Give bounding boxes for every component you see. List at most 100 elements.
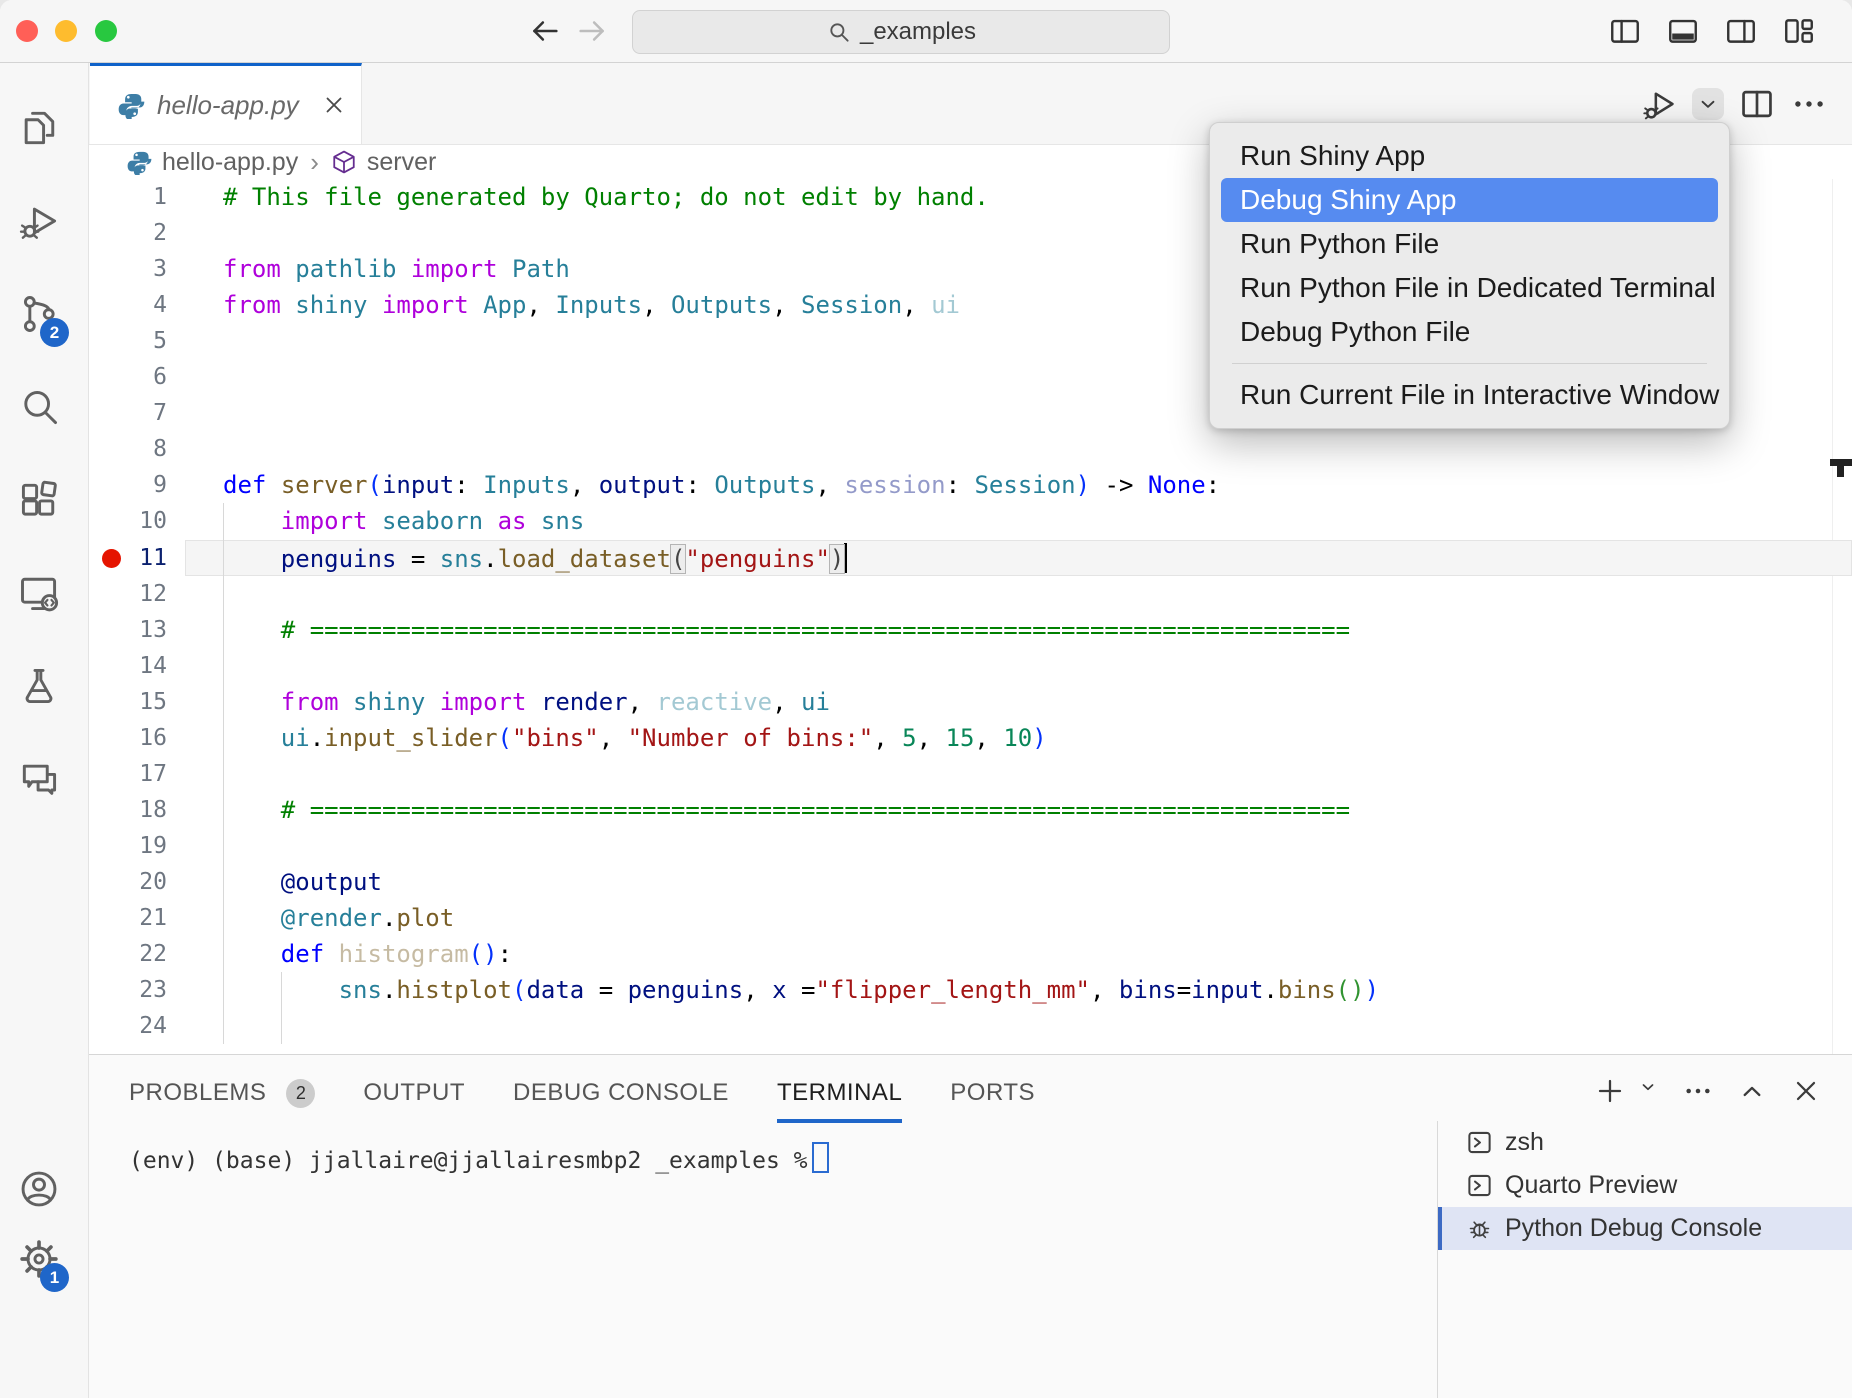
code-line: 14 bbox=[89, 648, 1852, 684]
menu-item[interactable]: Debug Python File bbox=[1221, 310, 1718, 354]
line-number[interactable]: 7 bbox=[89, 400, 167, 426]
activity-item-extensions[interactable] bbox=[17, 478, 61, 522]
split-editor-button[interactable] bbox=[1738, 85, 1776, 123]
line-number[interactable]: 22 bbox=[89, 941, 167, 967]
line-number[interactable]: 17 bbox=[89, 761, 167, 787]
code-line: 24 bbox=[89, 1008, 1852, 1044]
toggle-panel-button[interactable] bbox=[1666, 14, 1700, 48]
code-text: from shiny import App, Inputs, Outputs, … bbox=[223, 291, 960, 319]
activity-item-comments[interactable] bbox=[17, 757, 61, 801]
run-options-dropdown-button[interactable] bbox=[1692, 88, 1724, 120]
breakpoint-icon[interactable] bbox=[102, 549, 121, 568]
settings-badge: 1 bbox=[40, 1263, 69, 1292]
navigate-forward-button[interactable] bbox=[575, 14, 609, 48]
activity-bar: 21 bbox=[0, 63, 89, 1398]
code-text: def histogram(): bbox=[223, 940, 512, 968]
menu-item[interactable]: Run Python File bbox=[1221, 222, 1718, 266]
terminal-list-item[interactable]: Python Debug Console bbox=[1438, 1207, 1852, 1250]
zoom-window-button[interactable] bbox=[95, 20, 117, 42]
line-number[interactable]: 11 bbox=[89, 545, 167, 571]
breadcrumb-symbol[interactable]: server bbox=[367, 148, 436, 177]
tab-hello-app-py[interactable]: hello-app.py bbox=[90, 63, 362, 144]
maximize-panel-button[interactable] bbox=[1736, 1075, 1768, 1107]
line-number[interactable]: 2 bbox=[89, 220, 167, 246]
line-number[interactable]: 6 bbox=[89, 364, 167, 390]
line-number[interactable]: 9 bbox=[89, 472, 167, 498]
debug-console-icon bbox=[1466, 1215, 1493, 1242]
command-center-search[interactable]: _examples bbox=[632, 10, 1170, 54]
text-cursor bbox=[844, 543, 847, 573]
activity-item-account[interactable] bbox=[17, 1167, 61, 1211]
terminal-icon bbox=[1466, 1172, 1493, 1199]
line-number[interactable]: 3 bbox=[89, 256, 167, 282]
line-number[interactable]: 21 bbox=[89, 905, 167, 931]
code-text: import seaborn as sns bbox=[223, 507, 584, 535]
line-number[interactable]: 10 bbox=[89, 508, 167, 534]
code-line: 19 bbox=[89, 828, 1852, 864]
line-number[interactable]: 18 bbox=[89, 797, 167, 823]
code-text: penguins = sns.load_dataset("penguins") bbox=[223, 543, 847, 573]
more-actions-button[interactable] bbox=[1682, 1075, 1714, 1107]
line-number[interactable]: 14 bbox=[89, 653, 167, 679]
menu-item[interactable]: Run Python File in Dedicated Terminal bbox=[1221, 266, 1718, 310]
line-number[interactable]: 20 bbox=[89, 869, 167, 895]
line-number[interactable]: 4 bbox=[89, 292, 167, 318]
close-panel-button[interactable] bbox=[1790, 1075, 1822, 1107]
bottom-panel: PROBLEMS2 OUTPUT DEBUG CONSOLE TERMINAL PORT… bbox=[89, 1054, 1852, 1398]
menu-item[interactable]: Debug Shiny App bbox=[1221, 178, 1718, 222]
breadcrumb-file[interactable]: hello-app.py bbox=[162, 148, 298, 177]
close-tab-icon[interactable] bbox=[321, 92, 347, 118]
new-terminal-button[interactable] bbox=[1594, 1075, 1626, 1107]
code-line: 23 sns.histplot(data = penguins, x ="fli… bbox=[89, 972, 1852, 1008]
terminal-dropdown-button[interactable] bbox=[1636, 1075, 1660, 1107]
activity-item-remote-explorer[interactable] bbox=[17, 571, 61, 615]
code-text: # ======================================… bbox=[223, 616, 1350, 644]
minimize-window-button[interactable] bbox=[55, 20, 77, 42]
line-number[interactable]: 16 bbox=[89, 725, 167, 751]
activity-item-explorer[interactable] bbox=[17, 106, 61, 150]
code-line: 22 def histogram(): bbox=[89, 936, 1852, 972]
navigate-back-button[interactable] bbox=[528, 14, 562, 48]
more-actions-button[interactable] bbox=[1790, 85, 1828, 123]
panel-tab-ports[interactable]: PORTS bbox=[950, 1073, 1035, 1123]
line-number[interactable]: 13 bbox=[89, 617, 167, 643]
activity-item-search[interactable] bbox=[17, 385, 61, 429]
panel-tab-terminal[interactable]: TERMINAL bbox=[777, 1073, 902, 1123]
terminal-icon bbox=[1466, 1129, 1493, 1156]
line-number[interactable]: 24 bbox=[89, 1013, 167, 1039]
panel-tab-output[interactable]: OUTPUT bbox=[363, 1073, 465, 1123]
line-number[interactable]: 5 bbox=[89, 328, 167, 354]
code-text: ui.input_slider("bins", "Number of bins:… bbox=[223, 724, 1047, 752]
toggle-secondary-sidebar-button[interactable] bbox=[1724, 14, 1758, 48]
code-line: 8 bbox=[89, 431, 1852, 467]
menu-item[interactable]: Run Shiny App bbox=[1221, 134, 1718, 178]
search-icon bbox=[826, 19, 852, 45]
code-text: # This file generated by Quarto; do not … bbox=[223, 183, 989, 211]
debug-run-button[interactable] bbox=[1640, 85, 1678, 123]
terminal-list-item[interactable]: zsh bbox=[1438, 1121, 1852, 1164]
close-window-button[interactable] bbox=[16, 20, 38, 42]
chevron-down-icon bbox=[1695, 91, 1721, 117]
terminal-prompt[interactable]: (env) (base) jjallaire@jjallairesmbp2 _e… bbox=[129, 1142, 829, 1174]
line-number[interactable]: 19 bbox=[89, 833, 167, 859]
activity-item-run-and-debug[interactable] bbox=[17, 199, 61, 243]
toggle-primary-sidebar-button[interactable] bbox=[1608, 14, 1642, 48]
activity-item-testing[interactable] bbox=[17, 664, 61, 708]
line-number[interactable]: 23 bbox=[89, 977, 167, 1003]
code-line: 20 @output bbox=[89, 864, 1852, 900]
line-number[interactable]: 15 bbox=[89, 689, 167, 715]
python-file-icon bbox=[118, 92, 145, 119]
code-line: 10 import seaborn as sns bbox=[89, 503, 1852, 539]
line-number[interactable]: 12 bbox=[89, 581, 167, 607]
code-line: 17 bbox=[89, 756, 1852, 792]
line-number[interactable]: 1 bbox=[89, 184, 167, 210]
code-text: @render.plot bbox=[223, 904, 454, 932]
terminal-list-item[interactable]: Quarto Preview bbox=[1438, 1164, 1852, 1207]
panel-tab-problems[interactable]: PROBLEMS2 bbox=[129, 1073, 315, 1123]
line-number[interactable]: 8 bbox=[89, 436, 167, 462]
chevron-right-icon: › bbox=[310, 147, 319, 178]
customize-layout-button[interactable] bbox=[1782, 14, 1816, 48]
panel-tab-debug-console[interactable]: DEBUG CONSOLE bbox=[513, 1073, 729, 1123]
code-text: # ======================================… bbox=[223, 796, 1350, 824]
menu-item[interactable]: Run Current File in Interactive Window bbox=[1221, 373, 1718, 417]
